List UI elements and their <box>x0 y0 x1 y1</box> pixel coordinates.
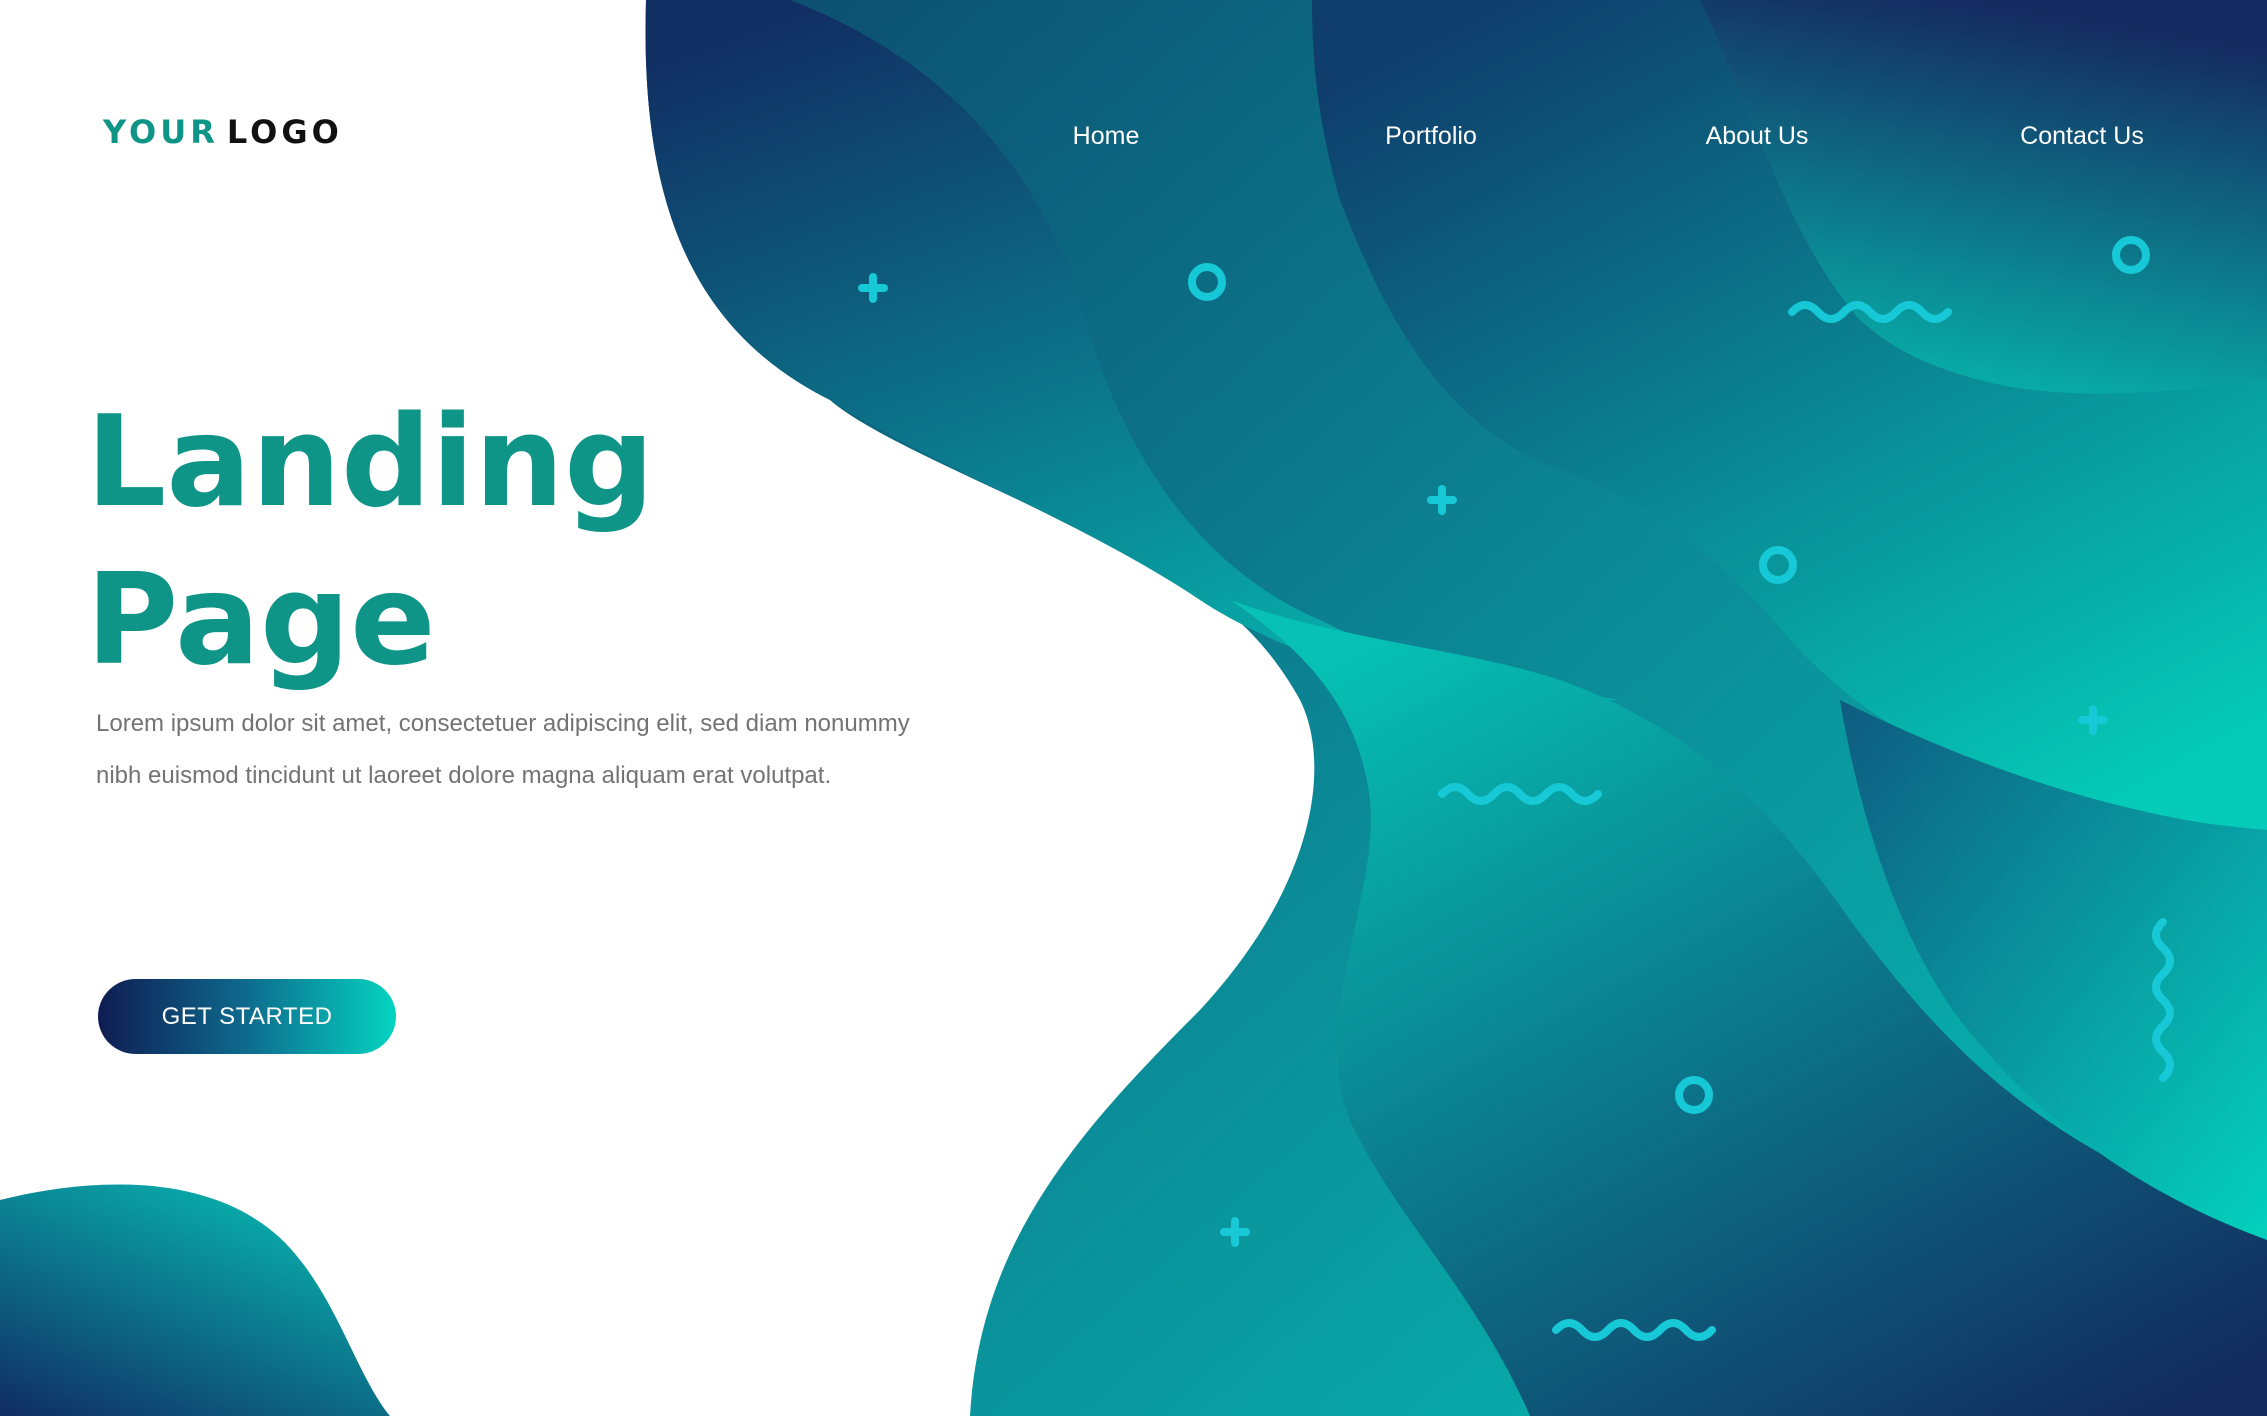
nav-link-about-us[interactable]: About Us <box>1706 120 1809 152</box>
logo[interactable]: YOUR LOGO <box>103 112 343 152</box>
nav-link-contact-us[interactable]: Contact Us <box>2020 120 2144 152</box>
logo-part-2: LOGO <box>226 113 343 151</box>
hero-description: Lorem ipsum dolor sit amet, consectetuer… <box>96 710 910 789</box>
hero-title: Landing Page <box>86 388 655 693</box>
wave-bottom-left <box>0 1184 390 1416</box>
nav-link-portfolio[interactable]: Portfolio <box>1385 120 1477 152</box>
logo-part-1: YOUR <box>103 113 219 151</box>
get-started-button[interactable]: GET STARTED <box>98 979 396 1054</box>
nav-link-home[interactable]: Home <box>1073 120 1140 152</box>
